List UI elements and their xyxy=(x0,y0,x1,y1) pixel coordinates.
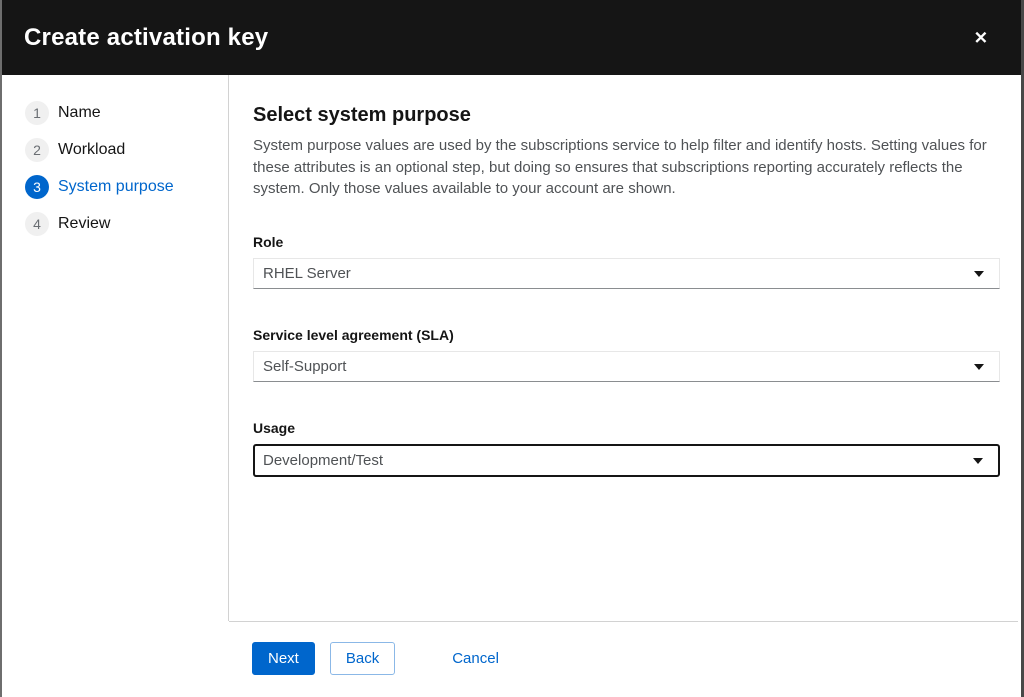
chevron-down-icon xyxy=(974,271,984,277)
role-select[interactable]: RHEL Server xyxy=(253,258,1000,289)
system-purpose-description: System purpose values are used by the su… xyxy=(253,135,1000,200)
step-number-badge: 3 xyxy=(25,175,49,199)
usage-label: Usage xyxy=(253,420,1000,436)
chevron-down-icon xyxy=(974,364,984,370)
back-button[interactable]: Back xyxy=(330,642,395,675)
role-label: Role xyxy=(253,234,1000,250)
step-label: System purpose xyxy=(58,178,174,196)
role-form-group: Role RHEL Server xyxy=(253,234,1000,289)
usage-select-value: Development/Test xyxy=(263,452,383,469)
step-label: Workload xyxy=(58,141,125,159)
wizard-step-review[interactable]: 4 Review xyxy=(25,212,228,236)
step-label: Name xyxy=(58,104,101,122)
modal-title: Create activation key xyxy=(24,24,268,52)
role-select-value: RHEL Server xyxy=(263,265,351,282)
wizard-footer: Next Back Cancel xyxy=(0,621,1024,697)
wizard-content: Select system purpose System purpose val… xyxy=(229,75,1024,621)
wizard-step-system-purpose[interactable]: 3 System purpose xyxy=(25,175,228,199)
close-icon[interactable]: ✕ xyxy=(970,25,992,50)
wizard-step-workload[interactable]: 2 Workload xyxy=(25,138,228,162)
system-purpose-form: Role RHEL Server Service level agreement… xyxy=(253,234,1000,477)
step-number-badge: 4 xyxy=(25,212,49,236)
usage-form-group: Usage Development/Test xyxy=(253,420,1000,477)
step-label: Review xyxy=(58,215,110,233)
modal-header: Create activation key ✕ xyxy=(0,0,1024,75)
page-title: Select system purpose xyxy=(253,102,1000,128)
chevron-down-icon xyxy=(973,458,983,464)
sla-form-group: Service level agreement (SLA) Self-Suppo… xyxy=(253,327,1000,382)
window-left-edge xyxy=(0,0,2,697)
cancel-button[interactable]: Cancel xyxy=(452,642,499,675)
wizard-nav: 1 Name 2 Workload 3 System purpose 4 Rev… xyxy=(0,75,229,621)
step-number-badge: 1 xyxy=(25,101,49,125)
wizard-step-name[interactable]: 1 Name xyxy=(25,101,228,125)
step-number-badge: 2 xyxy=(25,138,49,162)
usage-select[interactable]: Development/Test xyxy=(253,444,1000,477)
sla-label: Service level agreement (SLA) xyxy=(253,327,1000,343)
sla-select-value: Self-Support xyxy=(263,358,346,375)
create-activation-key-modal: Create activation key ✕ 1 Name 2 Workloa… xyxy=(0,0,1024,697)
next-button[interactable]: Next xyxy=(252,642,315,675)
sla-select[interactable]: Self-Support xyxy=(253,351,1000,382)
wizard-body: 1 Name 2 Workload 3 System purpose 4 Rev… xyxy=(0,75,1024,621)
